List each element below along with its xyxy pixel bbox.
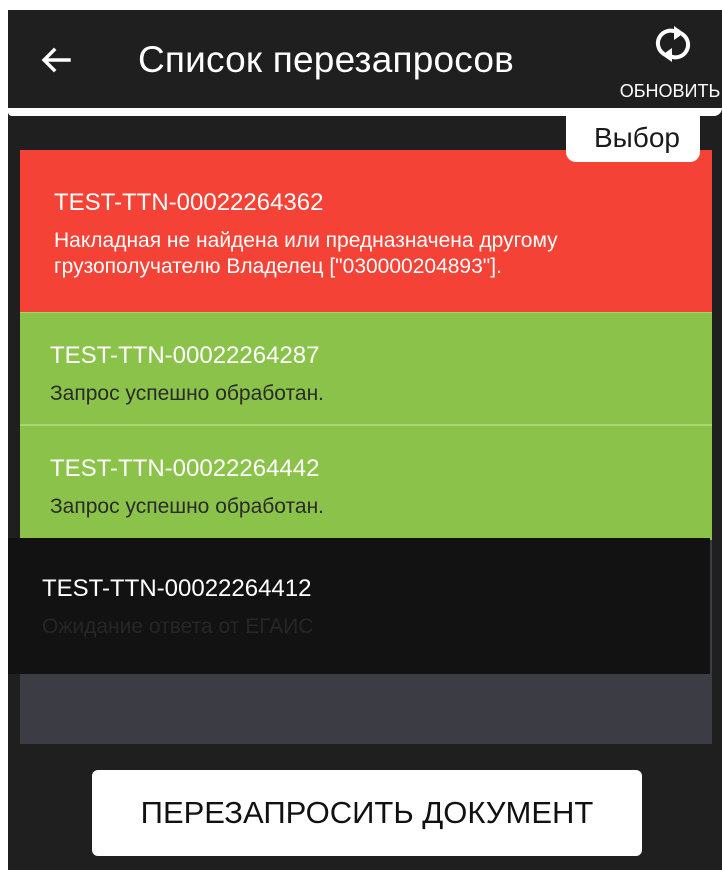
arrow-left-icon bbox=[41, 47, 71, 73]
request-document: TEST-TTN-00022264412 bbox=[42, 575, 312, 602]
request-item-error[interactable]: TEST-TTN-00022264362 Накладная не найден… bbox=[20, 150, 712, 312]
request-document: TEST-TTN-00022264362 bbox=[54, 189, 324, 216]
page-title: Список перезапросов bbox=[138, 39, 515, 80]
request-status: Накладная не найдена или предназначена д… bbox=[54, 229, 558, 278]
request-item-success[interactable]: TEST-TTN-00022264287 Запрос успешно обра… bbox=[20, 312, 712, 424]
rerequest-document-button[interactable]: ПЕРЕЗАПРОСИТЬ ДОКУМЕНТ bbox=[92, 770, 642, 856]
back-button[interactable] bbox=[36, 40, 76, 80]
request-document: TEST-TTN-00022264287 bbox=[50, 342, 320, 369]
app-bar: Список перезапросов ОБНОВИТЬ bbox=[8, 10, 722, 106]
refresh-button[interactable]: ОБНОВИТЬ bbox=[618, 22, 722, 106]
app-screen: Список перезапросов ОБНОВИТЬ TEST-TTN-00… bbox=[8, 10, 722, 870]
request-item-success[interactable]: TEST-TTN-00022264442 Запрос успешно обра… bbox=[20, 424, 712, 540]
request-status: Запрос успешно обработан. bbox=[50, 382, 325, 405]
request-document: TEST-TTN-00022264442 bbox=[50, 455, 320, 482]
refresh-label: ОБНОВИТЬ bbox=[619, 81, 721, 101]
request-item-pending[interactable]: TEST-TTN-00022264412 Ожидание ответа от … bbox=[8, 538, 710, 674]
request-status: Запрос успешно обработан. bbox=[50, 495, 325, 518]
selection-tab[interactable]: Выбор bbox=[566, 114, 700, 162]
request-status: Ожидание ответа от ЕГАИС bbox=[42, 615, 314, 638]
refresh-icon bbox=[655, 26, 691, 62]
